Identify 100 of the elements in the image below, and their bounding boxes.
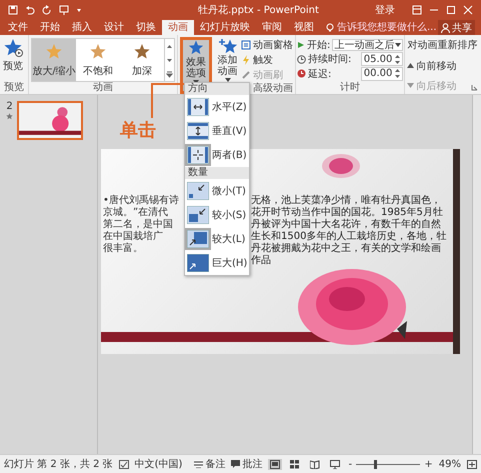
- animation-pane-icon: [241, 40, 251, 50]
- flower-drawing: [321, 153, 361, 179]
- lightning-icon: [241, 54, 251, 64]
- spinner-icon: [395, 54, 400, 64]
- preview-button[interactable]: 预览: [2, 37, 24, 82]
- menu-item[interactable]: 微小(T): [185, 179, 249, 203]
- spinner-icon: [395, 69, 400, 78]
- comment-icon: [231, 460, 240, 468]
- menu-item[interactable]: 巨大(H): [185, 251, 249, 275]
- tiny-effect-icon: [187, 182, 209, 200]
- clock-icon: [297, 54, 306, 64]
- both-effect-icon: [187, 146, 209, 164]
- scroll-up-icon[interactable]: [166, 42, 173, 50]
- ribbon-tab[interactable]: 动画: [162, 20, 194, 35]
- duration-field[interactable]: 05.00: [360, 52, 404, 66]
- large-effect-icon: [187, 230, 209, 248]
- horizontal-effect-icon: [187, 98, 209, 116]
- window-title: 牡丹花.pptx - PowerPoint: [197, 4, 320, 16]
- down-triangle-icon: [407, 82, 414, 89]
- add-star-icon: [218, 38, 238, 54]
- tell-me-field[interactable]: 告诉我您想要做什么...: [326, 20, 438, 35]
- slide-number: 2: [6, 101, 13, 112]
- body-text: 在中国栽培广: [103, 231, 163, 242]
- delay-field[interactable]: 00.00: [360, 66, 404, 80]
- spellcheck-icon[interactable]: [118, 460, 129, 468]
- share-button[interactable]: 共享: [438, 20, 475, 35]
- menu-item[interactable]: 水平(Z): [185, 95, 249, 119]
- group-label: 动画: [92, 82, 114, 94]
- menu-item[interactable]: 垂直(V): [185, 119, 249, 143]
- zoom-in-button[interactable]: +: [424, 458, 433, 470]
- star-icon: [6, 113, 13, 120]
- ribbon-button[interactable]: 向前移动: [407, 59, 478, 72]
- reading-view-icon[interactable]: [308, 458, 322, 470]
- group-label: 计时: [339, 82, 362, 94]
- scroll-down-icon[interactable]: [166, 56, 173, 64]
- animation-option[interactable]: 加深: [120, 39, 164, 81]
- sign-in-button[interactable]: 登录: [375, 2, 395, 16]
- notes-button[interactable]: 备注: [194, 457, 226, 471]
- more-icon[interactable]: [166, 70, 173, 78]
- group-label: 预览: [3, 82, 25, 94]
- ribbon-tab[interactable]: 插入: [66, 20, 98, 35]
- ribbon-tab[interactable]: 幻灯片放映: [194, 20, 256, 35]
- zoom-slider-thumb[interactable]: [374, 460, 378, 468]
- close-icon[interactable]: [463, 4, 473, 14]
- ribbon-tab[interactable]: 文件: [2, 20, 34, 35]
- fit-to-window-icon[interactable]: [467, 460, 477, 468]
- body-text: 很丰富。: [103, 243, 143, 254]
- slide-info: 幻灯片 第 2 张，共 2 张: [4, 458, 113, 471]
- language-label: 中文(中国): [134, 458, 182, 471]
- person-icon: [441, 22, 450, 32]
- body-text: 京城。”在清代: [103, 207, 168, 218]
- up-triangle-icon: [407, 62, 414, 69]
- delay-clock-icon: [297, 69, 306, 78]
- start-dropdown[interactable]: 上一动画之后: [332, 38, 404, 50]
- ribbon-tab[interactable]: 审阅: [256, 20, 288, 35]
- ribbon-tab[interactable]: 设计: [98, 20, 130, 35]
- animation-option[interactable]: 不饱和: [76, 39, 120, 81]
- normal-view-icon[interactable]: [268, 458, 282, 470]
- star-icon: [188, 40, 204, 56]
- delay-label: 延迟:: [308, 68, 332, 80]
- start-label: 开始:: [307, 38, 330, 52]
- star-icon: [3, 38, 23, 58]
- ribbon-button[interactable]: 动画窗格: [241, 38, 293, 51]
- ribbon-tab[interactable]: 切换: [130, 20, 162, 35]
- group-label: 高级动画: [252, 83, 294, 95]
- huge-effect-icon: [187, 254, 209, 272]
- undo-icon[interactable]: [25, 4, 35, 14]
- callout-text: 单击: [120, 119, 156, 142]
- comments-button[interactable]: 批注: [231, 457, 262, 471]
- body-text: 唐代刘禹锡有诗: [108, 195, 179, 206]
- dialog-launcher-icon[interactable]: [471, 84, 478, 91]
- presentation-icon[interactable]: [59, 4, 69, 14]
- menu-header: 方向: [185, 83, 249, 95]
- redo-icon[interactable]: [42, 4, 52, 14]
- slide-thumbnail[interactable]: [17, 101, 83, 140]
- star-icon: [133, 42, 151, 60]
- zoom-out-button[interactable]: -: [348, 458, 352, 470]
- ribbon-tab[interactable]: 开始: [34, 20, 66, 35]
- save-icon[interactable]: [8, 4, 18, 14]
- duration-label: 持续时间:: [308, 52, 352, 66]
- maximize-icon[interactable]: [446, 4, 456, 14]
- vertical-effect-icon: [187, 122, 209, 140]
- reorder-title: 对动画重新排序: [407, 38, 478, 52]
- ribbon-button[interactable]: 触发: [241, 53, 293, 66]
- caret-icon: [395, 42, 402, 46]
- zoom-percent: 49%: [438, 458, 461, 470]
- small-effect-icon: [187, 206, 209, 224]
- ribbon-tab[interactable]: 视图: [288, 20, 320, 35]
- slideshow-icon[interactable]: [328, 458, 342, 470]
- scrollbar[interactable]: [472, 95, 481, 454]
- star-icon: [45, 42, 63, 60]
- menu-item[interactable]: 较大(L): [185, 227, 249, 251]
- menu-item[interactable]: 较小(S): [185, 203, 249, 227]
- add-animation-button[interactable]: 添加动画: [216, 37, 239, 83]
- ribbon-display-icon[interactable]: [412, 4, 422, 14]
- play-icon: [297, 40, 305, 48]
- menu-item[interactable]: 两者(B): [185, 143, 249, 167]
- animation-option[interactable]: 放大/缩小: [32, 39, 76, 81]
- notes-icon: [194, 460, 204, 468]
- menu-header: 数量: [185, 167, 249, 179]
